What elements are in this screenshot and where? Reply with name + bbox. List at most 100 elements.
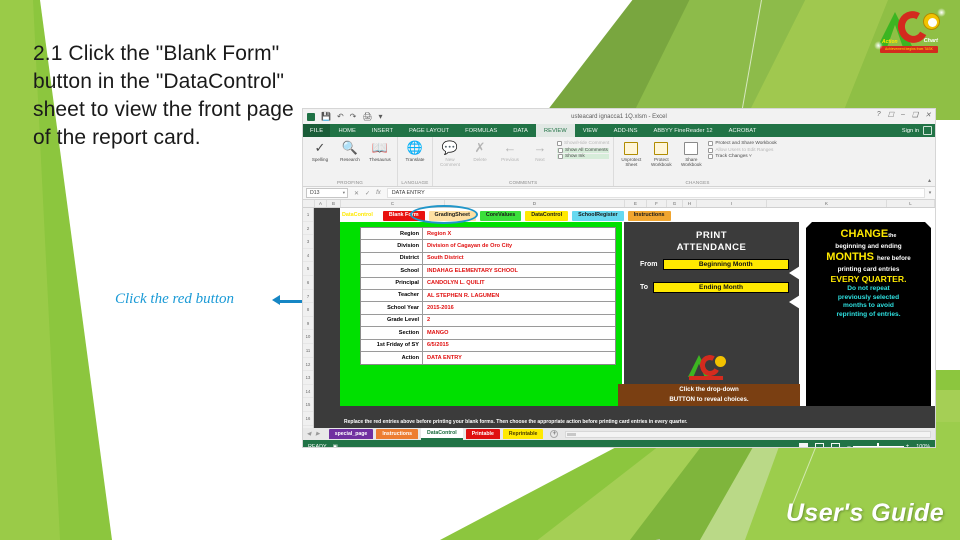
show-all-comments-toggle[interactable]: Show All Comments [557,147,610,153]
new-sheet-icon[interactable]: + [550,430,559,438]
protect-and-share-workbook-button[interactable]: Protect and Share Workbook [708,141,777,146]
sheet-tab-reprintable[interactable]: Reprintable [502,429,544,439]
minimize-icon[interactable]: – [901,111,905,119]
row-value[interactable]: Division of Cagayan de Oro City [423,243,512,249]
row-17[interactable]: 17 [303,426,313,429]
formula-input[interactable]: DATA ENTRY [386,188,925,198]
zoom-in-icon[interactable]: + [906,444,910,448]
tab-review[interactable]: REVIEW [535,124,575,137]
school-register-button[interactable]: SchoolRegister [572,210,624,221]
row-value[interactable]: 2 [423,317,430,323]
sheet-tab-instructions[interactable]: Instructions [376,429,418,439]
unprotect-sheet-button[interactable]: Unprotect Sheet [618,139,644,168]
insert-function-icon[interactable]: fx [376,190,381,197]
track-changes-button[interactable]: Track Changes ˅ [708,154,777,159]
row-14[interactable]: 14 [303,385,313,399]
row-7[interactable]: 7 [303,290,313,304]
row-1[interactable]: 1 [303,208,313,222]
previous-comment-button[interactable]: ← Previous [497,139,523,168]
row-15[interactable]: 15 [303,398,313,412]
zoom-track[interactable] [852,443,904,447]
share-workbook-button[interactable]: Share Workbook [678,139,704,168]
row-2[interactable]: 2 [303,222,313,236]
sheet-tab-datacontrol[interactable]: DataControl [421,428,463,440]
tab-file[interactable]: FILE [303,124,331,137]
protect-workbook-button[interactable]: Protect Workbook [648,139,674,168]
new-comment-button[interactable]: 💬 New Comment [437,139,463,168]
row-value[interactable]: MANGO [423,330,448,336]
tab-insert[interactable]: INSERT [364,124,401,137]
ending-month-dropdown[interactable]: Ending Month [653,282,789,293]
tab-abbyy[interactable]: ABBYY FineReader 12 [645,124,720,137]
collapse-ribbon-icon[interactable]: ▴ [928,177,931,184]
page-layout-icon[interactable] [815,442,825,447]
tab-home[interactable]: HOME [330,124,363,137]
account-icon[interactable] [923,126,932,135]
show-ink-toggle[interactable]: Show Ink [557,154,610,159]
tab-add-ins[interactable]: ADD-INS [606,124,646,137]
next-comment-button[interactable]: → Next [527,139,553,168]
row-value[interactable]: DATA ENTRY [423,355,462,361]
window-controls[interactable]: ? ☐ – ❑ ✕ [877,111,931,119]
row-5[interactable]: 5 [303,262,313,276]
col-A[interactable]: A [315,200,327,207]
col-F[interactable]: F [647,200,667,207]
spelling-button[interactable]: ✓ Spelling [307,139,333,162]
sign-in-button[interactable]: Sign in [902,124,919,137]
first-sheet-icon[interactable]: ◀ [307,431,311,437]
row-13[interactable]: 13 [303,371,313,385]
data-control-button[interactable]: DataControl [525,210,569,221]
tab-view[interactable]: VIEW [575,124,606,137]
row-value[interactable]: 2015-2016 [423,305,454,311]
beginning-month-dropdown[interactable]: Beginning Month [662,259,789,270]
col-I[interactable]: I [697,200,767,207]
thesaurus-button[interactable]: 📖 Thesaurus [367,139,393,162]
allow-users-edit-ranges-button[interactable]: Allow Users to Edit Ranges [708,147,777,153]
zoom-knob[interactable] [877,443,880,447]
row-6[interactable]: 6 [303,276,313,290]
sheet-tab-printable[interactable]: Printable [465,429,500,439]
row-16[interactable]: 16 [303,412,313,426]
row-value[interactable]: South District [423,255,464,261]
col-corner[interactable] [303,200,315,207]
accept-formula-icon[interactable]: ✓ [365,190,370,197]
row-value[interactable]: AL STEPHEN R. LAGUMEN [423,293,499,299]
tab-acrobat[interactable]: ACROBAT [721,124,765,137]
tab-page-layout[interactable]: PAGE LAYOUT [401,124,457,137]
row-3[interactable]: 3 [303,235,313,249]
core-values-button[interactable]: CoreValues [479,210,522,221]
row-4[interactable]: 4 [303,249,313,263]
ribbon-options-icon[interactable]: ☐ [888,111,894,119]
tab-formulas[interactable]: FORMULAS [457,124,505,137]
row-value[interactable]: CANDOLYN L. QUILIT [423,280,485,286]
col-B[interactable]: B [327,200,341,207]
page-break-view-icon[interactable] [831,442,841,447]
col-H[interactable]: H [683,200,697,207]
close-icon[interactable]: ✕ [925,111,931,119]
expand-formula-bar-icon[interactable]: ▾ [925,190,935,196]
sheet-tab-special-page[interactable]: special_page [328,429,374,439]
delete-comment-button[interactable]: ✗ Delete [467,139,493,168]
normal-view-icon[interactable] [799,442,809,447]
macro-record-icon[interactable]: ▣ [333,444,338,448]
row-value[interactable]: Region X [423,231,451,237]
col-L[interactable]: L [887,200,935,207]
show-hide-comment-toggle[interactable]: Show/Hide Comment [557,141,609,146]
translate-button[interactable]: 🌐 Translate [402,139,428,162]
row-header-column[interactable]: 1 2 3 4 5 6 7 8 9 10 11 12 13 14 15 16 1 [303,208,314,428]
chevron-down-icon[interactable]: ▾ [343,190,345,196]
next-sheet-icon[interactable]: ▶ [316,431,320,437]
zoom-out-icon[interactable]: – [847,444,850,448]
col-G[interactable]: G [667,200,683,207]
col-D[interactable]: D [445,200,625,207]
horizontal-scrollbar[interactable] [565,430,931,438]
row-8[interactable]: 8 [303,303,313,317]
row-12[interactable]: 12 [303,358,313,372]
row-10[interactable]: 10 [303,330,313,344]
col-E[interactable]: E [625,200,647,207]
restore-icon[interactable]: ❑ [912,111,918,119]
tab-data[interactable]: DATA [505,124,536,137]
cancel-formula-icon[interactable]: ✕ [354,190,359,197]
row-9[interactable]: 9 [303,317,313,331]
zoom-slider[interactable]: – + [847,443,910,448]
